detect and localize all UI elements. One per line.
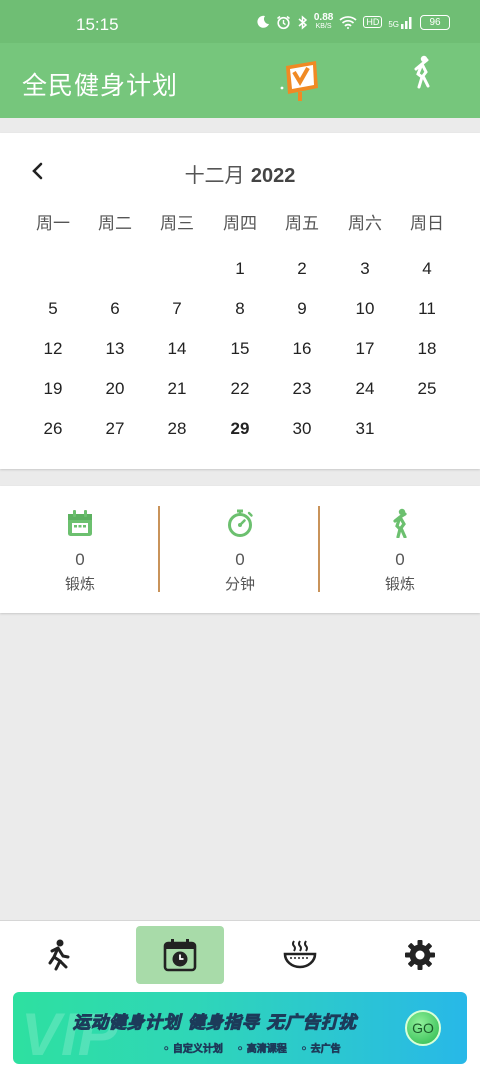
- ad-feature: ◦ 去广告: [300, 1044, 341, 1056]
- bottom-nav: [0, 920, 480, 988]
- ad-banner[interactable]: VIP 运动健身计划 健身指导 无广告打扰 ◦ 自定义计划 ◦ 高清课程 ◦ 去…: [13, 992, 467, 1064]
- app-bar: 全民健身计划: [0, 43, 480, 118]
- month-label: 十二月: [184, 163, 245, 187]
- net-speed-unit: KB/S: [315, 23, 332, 30]
- net-speed-value: 0.88: [313, 12, 334, 23]
- calendar-card: 十二月 2022 周一 周二 周三 周四 周五 周六 周日 1234567891…: [0, 133, 480, 469]
- calendar-day[interactable]: 4: [405, 259, 449, 279]
- calendar-days-grid: 1 2 3 4 5 6 7 8 9 10 11 12 13 14 15 16 17 18 19 20 21 22 23 24 2…: [0, 259, 480, 459]
- weekday-label: 周日: [410, 214, 444, 234]
- calendar-day[interactable]: 31: [343, 419, 387, 439]
- calendar-day-today[interactable]: 29: [218, 419, 262, 439]
- stat-minutes: 0 分钟: [160, 486, 320, 613]
- stat-label: 分钟: [224, 575, 255, 593]
- alarm-icon: [276, 15, 290, 29]
- calendar-day[interactable]: 19: [31, 379, 75, 399]
- stat-label: 锻炼: [64, 575, 95, 593]
- nav-tab-exercise[interactable]: [16, 926, 104, 984]
- stat-label: 锻炼: [384, 575, 415, 593]
- vip-badge-icon[interactable]: [278, 58, 322, 104]
- calendar-month-title: 十二月 2022: [0, 159, 480, 188]
- calendar-day[interactable]: 24: [343, 379, 387, 399]
- gear-icon: [405, 940, 435, 970]
- calendar-day[interactable]: 7: [155, 299, 199, 319]
- nav-tab-calendar[interactable]: [136, 926, 224, 984]
- moon-icon: [257, 15, 269, 28]
- ad-bar: VIP 运动健身计划 健身指导 无广告打扰 ◦ 自定义计划 ◦ 高清课程 ◦ 去…: [0, 988, 480, 1072]
- weekday-label: 周四: [223, 214, 257, 234]
- stats-card: 0 锻炼 0 分钟 0 锻炼: [0, 486, 480, 613]
- calendar-day[interactable]: 18: [405, 339, 449, 359]
- calendar-day[interactable]: 21: [155, 379, 199, 399]
- calendar-day[interactable]: 15: [218, 339, 262, 359]
- calendar-day[interactable]: 13: [93, 339, 137, 359]
- weekday-label: 周五: [285, 214, 319, 234]
- calendar-day[interactable]: 5: [31, 299, 75, 319]
- calendar-day[interactable]: 9: [280, 299, 324, 319]
- calendar-day[interactable]: 17: [343, 339, 387, 359]
- runner-icon: [48, 939, 70, 971]
- signal-indicator: 5G: [388, 15, 414, 29]
- stopwatch-icon: [228, 509, 253, 537]
- calendar-day[interactable]: 8: [218, 299, 262, 319]
- calendar-day[interactable]: 12: [31, 339, 75, 359]
- ad-feature-label: 高清课程: [246, 1044, 287, 1056]
- hd-badge: HD: [363, 16, 383, 28]
- ad-features: ◦ 自定义计划 ◦ 高清课程 ◦ 去广告: [163, 1040, 341, 1056]
- nav-tab-diet[interactable]: [256, 926, 344, 984]
- calendar-day[interactable]: 11: [405, 299, 449, 319]
- ad-go-button[interactable]: GO: [405, 1010, 441, 1046]
- calendar-day[interactable]: 30: [280, 419, 324, 439]
- calendar-day[interactable]: 22: [218, 379, 262, 399]
- weekday-label: 周六: [348, 214, 382, 234]
- calendar-day[interactable]: 27: [93, 419, 137, 439]
- stat-workouts-2: 0 锻炼: [320, 486, 480, 613]
- wifi-icon: [339, 16, 357, 29]
- signal-label: 5G: [388, 20, 399, 29]
- app-title: 全民健身计划: [22, 71, 179, 100]
- stat-value: 0: [75, 550, 85, 569]
- stat-value: 0: [395, 550, 405, 569]
- weekday-label: 周二: [98, 214, 132, 234]
- calendar-day[interactable]: 25: [405, 379, 449, 399]
- bluetooth-icon: [298, 14, 308, 30]
- calendar-day[interactable]: 1: [218, 259, 262, 279]
- stat-value: 0: [235, 550, 245, 569]
- calendar-day[interactable]: 16: [280, 339, 324, 359]
- calendar-clock-icon: [163, 939, 197, 972]
- status-time: 15:15: [76, 15, 119, 34]
- year-label: 2022: [250, 165, 296, 187]
- calendar-day[interactable]: 2: [280, 259, 324, 279]
- calendar-day[interactable]: 6: [93, 299, 137, 319]
- signal-icon: [401, 17, 412, 29]
- ad-feature: ◦ 自定义计划: [163, 1044, 224, 1056]
- ad-feature-label: 自定义计划: [172, 1044, 224, 1056]
- calendar-day[interactable]: 20: [93, 379, 137, 399]
- walker-icon[interactable]: [408, 55, 434, 89]
- calendar-day[interactable]: 3: [343, 259, 387, 279]
- status-bar: 15:15 0.88 KB/S HD 5G 96: [0, 0, 480, 43]
- battery-icon: 96: [420, 14, 450, 30]
- stat-workouts: 0 锻炼: [0, 486, 160, 613]
- calendar-day[interactable]: 28: [155, 419, 199, 439]
- calendar-icon: [68, 510, 92, 536]
- weekday-label: 周一: [36, 214, 70, 234]
- ad-feature: ◦ 高清课程: [236, 1044, 287, 1056]
- ad-feature-label: 去广告: [310, 1044, 341, 1056]
- status-icons: 0.88 KB/S HD 5G 96: [256, 13, 450, 31]
- calendar-day[interactable]: 23: [280, 379, 324, 399]
- nav-tab-settings[interactable]: [376, 926, 464, 984]
- calendar-day[interactable]: 14: [155, 339, 199, 359]
- walker-icon: [393, 508, 407, 538]
- weekday-label: 周三: [160, 214, 194, 234]
- net-speed: 0.88 KB/S: [314, 13, 333, 31]
- food-bowl-icon: [283, 940, 317, 969]
- calendar-day[interactable]: 26: [31, 419, 75, 439]
- ad-headline: 运动健身计划 健身指导 无广告打扰: [73, 1013, 357, 1034]
- calendar-day[interactable]: 10: [343, 299, 387, 319]
